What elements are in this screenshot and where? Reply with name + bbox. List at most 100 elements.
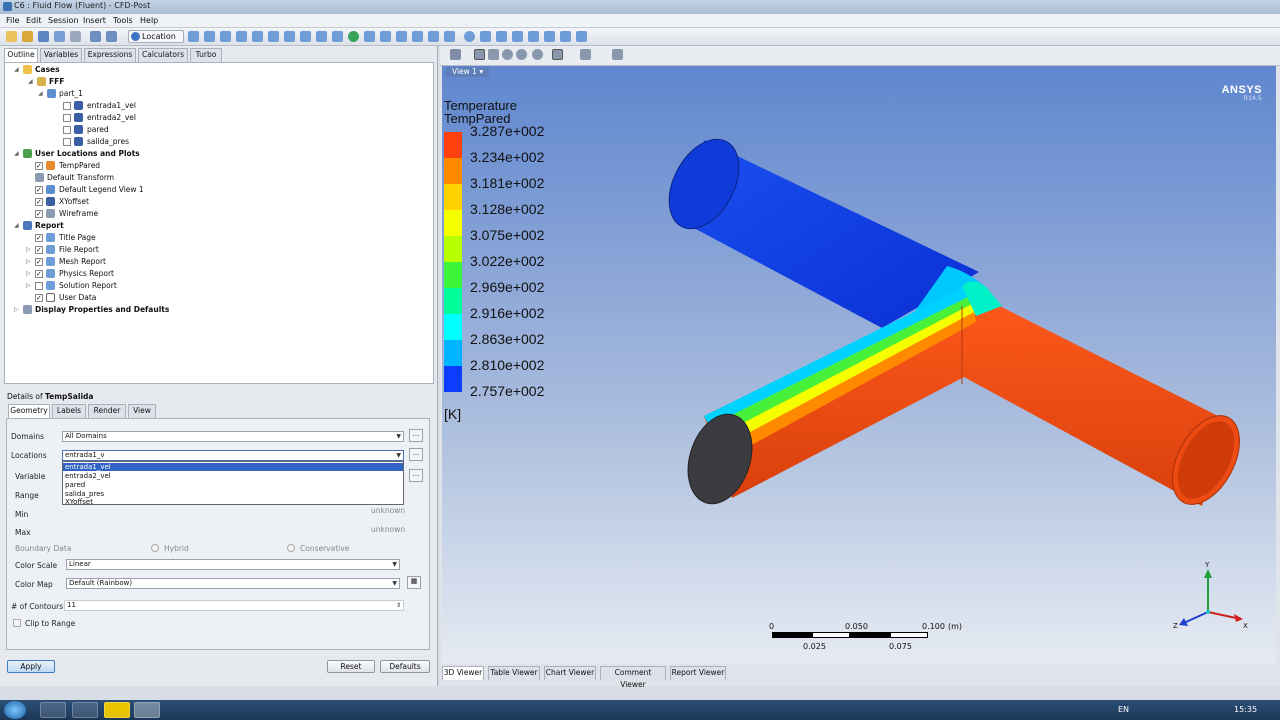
menu-insert[interactable]: Insert bbox=[83, 16, 106, 25]
conservative-radio[interactable] bbox=[287, 544, 295, 552]
edit-color-map-button[interactable]: ▦ bbox=[407, 576, 421, 589]
clock-icon[interactable] bbox=[348, 31, 359, 42]
tab-view[interactable]: View bbox=[128, 404, 156, 418]
tab-variables[interactable]: Variables bbox=[40, 48, 82, 62]
dropdown-option-entrada2-vel[interactable]: entrada2_vel bbox=[63, 472, 403, 480]
collapse-icon[interactable]: ◢ bbox=[14, 148, 19, 160]
save-icon[interactable] bbox=[38, 31, 49, 42]
dropdown-option-salida-pres[interactable]: salida_pres bbox=[63, 490, 403, 498]
particle-track-icon[interactable] bbox=[236, 31, 247, 42]
mesh-calculator-icon[interactable] bbox=[560, 31, 571, 42]
timestep-icon[interactable] bbox=[464, 31, 475, 42]
dropdown-option-pared[interactable]: pared bbox=[63, 481, 403, 489]
language-indicator[interactable]: EN bbox=[1118, 705, 1129, 714]
menu-session[interactable]: Session bbox=[48, 16, 79, 25]
taskbar-ansys-workbench[interactable] bbox=[104, 702, 130, 718]
expand-icon[interactable]: ▷ bbox=[14, 304, 19, 316]
case-comparison-icon[interactable] bbox=[576, 31, 587, 42]
visibility-checkbox[interactable] bbox=[35, 208, 43, 220]
include-checkbox[interactable] bbox=[35, 256, 43, 268]
apply-button[interactable]: Apply bbox=[7, 660, 55, 673]
menu-edit[interactable]: Edit bbox=[26, 16, 42, 25]
select-icon[interactable] bbox=[450, 49, 461, 60]
expand-icon[interactable]: ▷ bbox=[26, 280, 31, 292]
tab-render[interactable]: Render bbox=[88, 404, 126, 418]
clip-plane-icon[interactable] bbox=[284, 31, 295, 42]
instance-transform-icon[interactable] bbox=[268, 31, 279, 42]
locations-more-button[interactable]: ... bbox=[409, 448, 423, 461]
location-button[interactable]: Location bbox=[128, 30, 184, 43]
visibility-checkbox[interactable] bbox=[35, 196, 43, 208]
taskbar-cfd-post[interactable] bbox=[134, 702, 160, 718]
visibility-checkbox[interactable] bbox=[63, 114, 71, 122]
undo-icon[interactable] bbox=[90, 31, 101, 42]
dropdown-option-xyoffset[interactable]: XYoffset bbox=[63, 498, 403, 506]
tab-chart-viewer[interactable]: Chart Viewer bbox=[544, 666, 596, 680]
clip-to-range-checkbox[interactable] bbox=[13, 619, 21, 627]
tab-turbo[interactable]: Turbo bbox=[190, 48, 222, 62]
tab-table-viewer[interactable]: Table Viewer bbox=[488, 666, 540, 680]
expand-icon[interactable]: ▷ bbox=[26, 244, 31, 256]
locations-select[interactable]: entrada1_v ▼ bbox=[62, 450, 404, 461]
3d-viewport[interactable]: View 1 ▾ ANSYS R14.5 Temperature TempPar… bbox=[442, 66, 1276, 664]
viewport-layout-icon[interactable] bbox=[580, 49, 591, 60]
include-checkbox[interactable] bbox=[35, 268, 43, 280]
redo-icon[interactable] bbox=[106, 31, 117, 42]
menu-tools[interactable]: Tools bbox=[113, 16, 133, 25]
quick-editor-icon[interactable] bbox=[496, 31, 507, 42]
include-checkbox[interactable] bbox=[35, 292, 43, 304]
save-state-icon[interactable] bbox=[54, 31, 65, 42]
tab-3d-viewer[interactable]: 3D Viewer bbox=[442, 666, 484, 680]
include-checkbox[interactable] bbox=[35, 232, 43, 244]
include-checkbox[interactable] bbox=[35, 244, 43, 256]
color-scale-select[interactable]: Linear ▼ bbox=[66, 559, 400, 570]
color-map-select[interactable]: Default (Rainbow) ▼ bbox=[66, 578, 400, 589]
zoom-box-icon[interactable] bbox=[516, 49, 527, 60]
domains-select[interactable]: All Domains ▼ bbox=[62, 431, 404, 442]
legend-icon[interactable] bbox=[316, 31, 327, 42]
function-calculator-icon[interactable] bbox=[528, 31, 539, 42]
macro-calculator-icon[interactable] bbox=[544, 31, 555, 42]
collapse-icon[interactable]: ◢ bbox=[38, 88, 43, 100]
collapse-icon[interactable]: ◢ bbox=[28, 76, 33, 88]
tab-report-viewer[interactable]: Report Viewer bbox=[670, 666, 726, 680]
taskbar-chrome[interactable] bbox=[40, 702, 66, 718]
reset-button[interactable]: Reset bbox=[327, 660, 375, 673]
tab-expressions[interactable]: Expressions bbox=[84, 48, 136, 62]
defaults-button[interactable]: Defaults bbox=[380, 660, 430, 673]
fit-view-icon[interactable] bbox=[532, 49, 543, 60]
collapse-icon[interactable]: ◢ bbox=[14, 220, 19, 232]
menu-help[interactable]: Help bbox=[140, 16, 158, 25]
comment-icon[interactable] bbox=[412, 31, 423, 42]
streamline-icon[interactable] bbox=[220, 31, 231, 42]
expression-icon[interactable] bbox=[364, 31, 375, 42]
tab-labels[interactable]: Labels bbox=[52, 404, 86, 418]
domains-more-button[interactable]: ... bbox=[409, 429, 423, 442]
tab-comment-viewer[interactable]: Comment Viewer bbox=[600, 666, 666, 689]
include-checkbox[interactable] bbox=[35, 282, 43, 290]
new-case-icon[interactable] bbox=[6, 31, 17, 42]
visibility-checkbox[interactable] bbox=[35, 160, 43, 172]
pan-icon[interactable] bbox=[488, 49, 499, 60]
menu-file[interactable]: File bbox=[6, 16, 19, 25]
toggle-axis-icon[interactable] bbox=[552, 49, 563, 60]
dropdown-option-entrada1-vel[interactable]: entrada1_vel bbox=[63, 463, 403, 471]
clock[interactable]: 15:35 bbox=[1234, 705, 1257, 714]
vector-icon[interactable] bbox=[188, 31, 199, 42]
expand-icon[interactable]: ▷ bbox=[26, 268, 31, 280]
animation-icon[interactable] bbox=[480, 31, 491, 42]
contours-input[interactable]: 11 ⇕ bbox=[64, 600, 404, 611]
tab-outline[interactable]: Outline bbox=[4, 48, 38, 62]
figure-icon[interactable] bbox=[428, 31, 439, 42]
color-map-icon[interactable] bbox=[300, 31, 311, 42]
visibility-checkbox[interactable] bbox=[63, 138, 71, 146]
contour-icon[interactable] bbox=[204, 31, 215, 42]
print-icon[interactable] bbox=[70, 31, 81, 42]
variable-more-button[interactable]: ... bbox=[409, 469, 423, 482]
hybrid-radio[interactable] bbox=[151, 544, 159, 552]
chart-icon[interactable] bbox=[396, 31, 407, 42]
volume-rendering-icon[interactable] bbox=[252, 31, 263, 42]
visibility-checkbox[interactable] bbox=[35, 184, 43, 196]
visibility-checkbox[interactable] bbox=[63, 126, 71, 134]
tab-calculators[interactable]: Calculators bbox=[138, 48, 188, 62]
